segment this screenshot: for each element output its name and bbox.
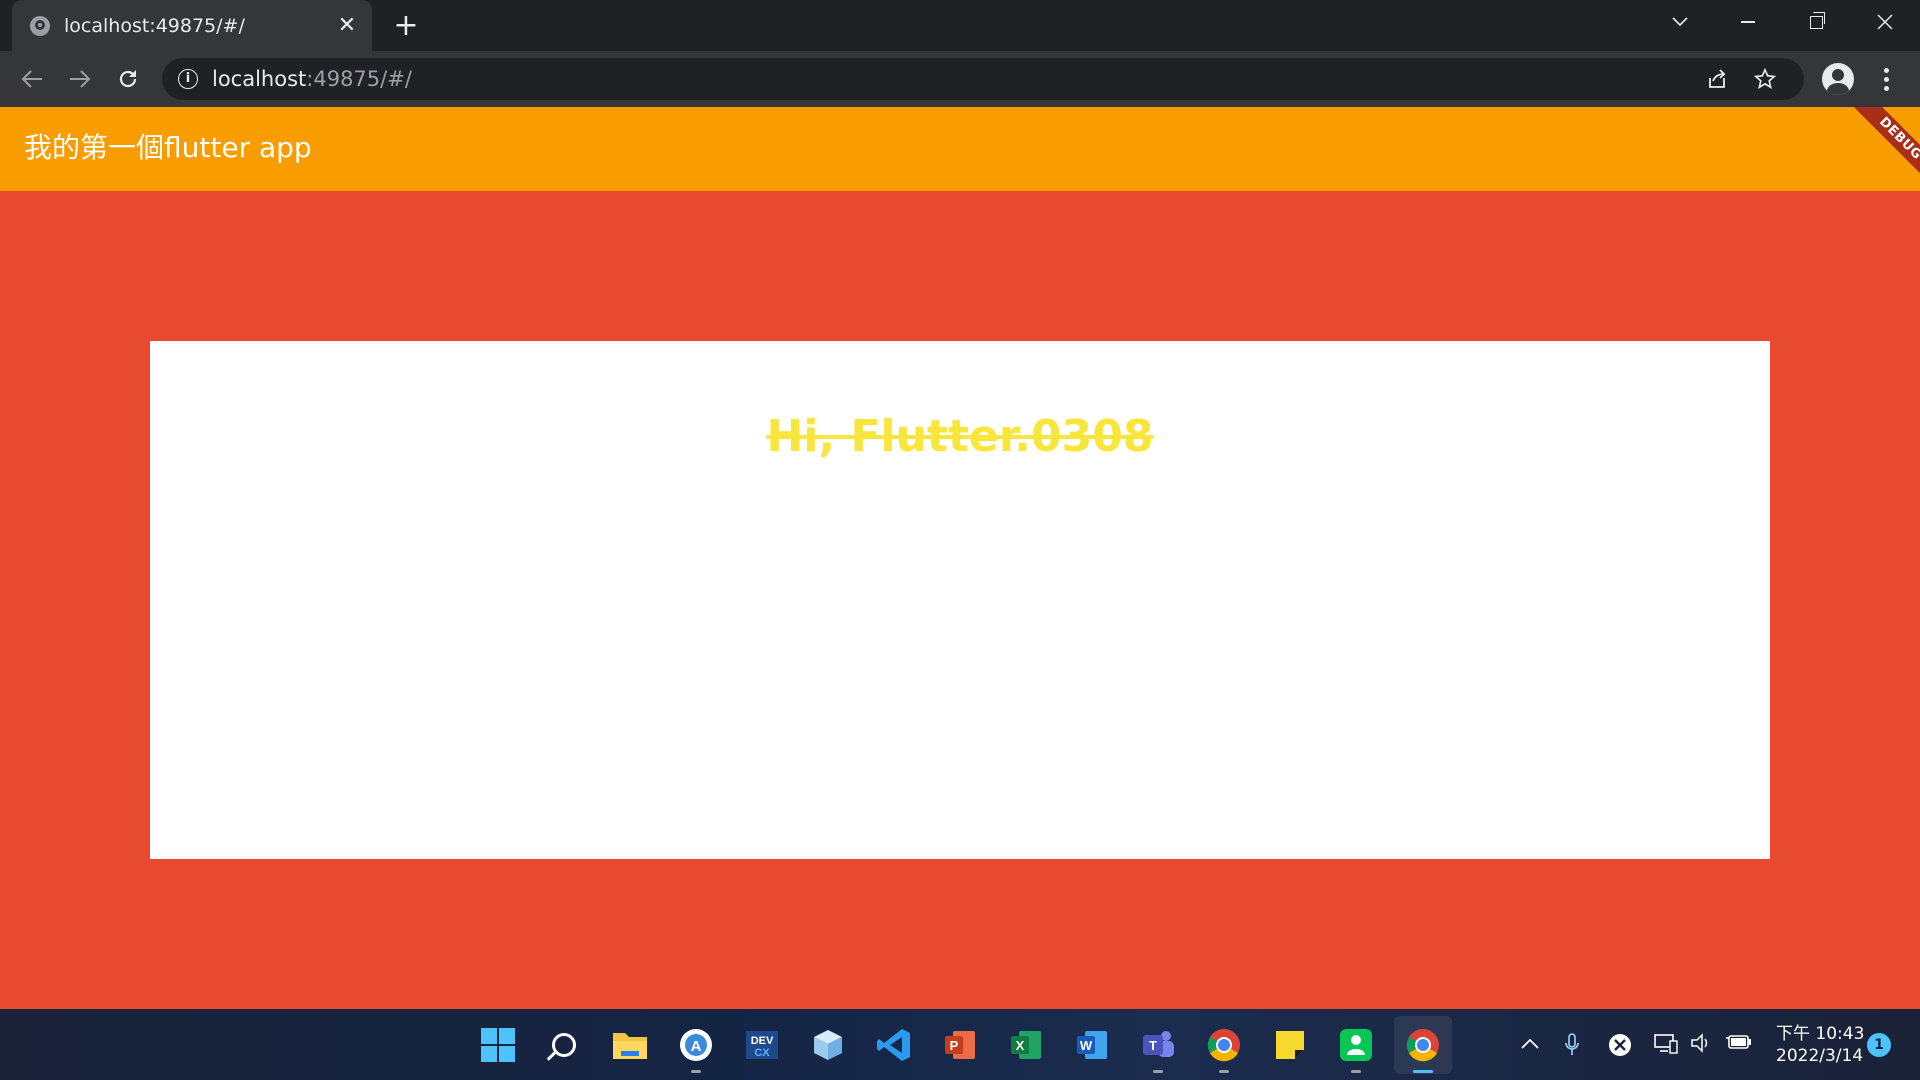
chrome-active-button[interactable] — [1401, 1023, 1445, 1073]
svg-text:CX: CX — [754, 1047, 770, 1059]
show-hidden-icons-button[interactable] — [1517, 1033, 1543, 1054]
excel-button[interactable]: X — [1004, 1023, 1048, 1067]
volume-button[interactable] — [1688, 1033, 1714, 1058]
svg-text:DEV: DEV — [751, 1035, 774, 1047]
close-icon — [1877, 14, 1893, 30]
site-info-icon[interactable]: i — [178, 69, 198, 89]
speaker-icon — [1691, 1033, 1708, 1053]
powerpoint-icon: P — [945, 1031, 975, 1059]
contacts-button[interactable] — [1334, 1023, 1378, 1073]
vscode-button[interactable] — [872, 1023, 916, 1067]
android-studio-button[interactable]: A — [674, 1023, 718, 1073]
devexpress-button[interactable]: DEV CX — [740, 1023, 784, 1067]
windows-logo-icon — [481, 1028, 515, 1062]
minimize-icon — [1741, 21, 1755, 23]
svg-text:T: T — [1149, 1038, 1157, 1053]
greeting-text: Hi, Flutter.0308 — [766, 411, 1154, 462]
clock-date: 2022/3/14 — [1776, 1046, 1864, 1066]
close-window-button[interactable] — [1857, 0, 1913, 44]
content-card: Hi, Flutter.0308 — [150, 341, 1770, 859]
tray-app-button[interactable] — [1607, 1033, 1633, 1062]
search-button[interactable] — [542, 1023, 586, 1067]
excel-icon: X — [1011, 1031, 1041, 1059]
chrome-icon — [1207, 1029, 1240, 1062]
chrome-button[interactable] — [1202, 1023, 1246, 1073]
share-icon[interactable] — [1702, 64, 1732, 94]
microphone-icon — [1565, 1033, 1579, 1055]
url-text[interactable]: localhost:49875/#/ — [212, 67, 412, 91]
close-tab-button[interactable]: ✕ — [336, 14, 358, 37]
sticky-notes-button[interactable] — [1268, 1023, 1312, 1067]
arrow-left-icon — [21, 70, 42, 88]
powerpoint-button[interactable]: P — [938, 1023, 982, 1067]
app-bar: 我的第一個flutter app DEBUG — [0, 107, 1920, 191]
battery-icon — [1726, 1035, 1751, 1049]
app-bar-title: 我的第一個flutter app — [24, 131, 312, 164]
restore-icon — [1809, 11, 1825, 29]
microphone-button[interactable] — [1559, 1033, 1585, 1062]
clock[interactable]: 下午 10:43 2022/3/14 — [1776, 1023, 1865, 1067]
word-icon: W — [1077, 1031, 1107, 1059]
teams-icon: T — [1143, 1031, 1174, 1057]
arrow-right-icon — [70, 70, 91, 88]
word-button[interactable]: W — [1070, 1023, 1114, 1067]
contact-icon — [1340, 1029, 1372, 1061]
running-indicator — [1153, 1070, 1163, 1073]
forward-button[interactable] — [62, 61, 98, 97]
dev-icon: DEVCX — [746, 1031, 778, 1059]
profile-avatar-icon[interactable] — [1822, 63, 1854, 95]
windows-taskbar: A DEV CX P X W T 下午 10:43 2022/3/14 1 — [0, 1009, 1920, 1080]
new-tab-button[interactable]: + — [390, 10, 422, 42]
running-indicator — [1219, 1070, 1229, 1073]
box-icon — [814, 1030, 842, 1060]
back-button[interactable] — [14, 61, 50, 97]
tab-search-button[interactable] — [1652, 0, 1708, 44]
start-button[interactable] — [476, 1023, 520, 1067]
running-indicator — [691, 1070, 701, 1073]
android-studio-icon: A — [680, 1029, 712, 1061]
globe-icon — [30, 15, 50, 36]
battery-button[interactable] — [1726, 1033, 1752, 1056]
active-indicator — [1413, 1070, 1433, 1073]
running-indicator — [1351, 1070, 1361, 1073]
chevron-down-icon — [1672, 17, 1688, 27]
browser-tab[interactable]: localhost:49875/#/ ✕ — [12, 0, 372, 51]
debug-banner: DEBUG — [1836, 107, 1920, 191]
minimize-button[interactable] — [1720, 0, 1776, 44]
browser-titlebar: localhost:49875/#/ ✕ + — [0, 0, 1920, 51]
more-menu-icon[interactable] — [1874, 61, 1898, 97]
svg-text:A: A — [691, 1038, 702, 1055]
browser-toolbar: i localhost:49875/#/ — [0, 51, 1920, 107]
teams-button[interactable]: T — [1136, 1023, 1180, 1073]
clock-time: 下午 10:43 — [1776, 1024, 1865, 1044]
app-body: Hi, Flutter.0308 — [0, 191, 1920, 1009]
network-button[interactable] — [1653, 1033, 1679, 1060]
sticky-notes-icon — [1276, 1031, 1304, 1059]
svg-text:P: P — [950, 1038, 959, 1053]
folder-icon — [613, 1033, 647, 1059]
reload-icon — [119, 70, 137, 88]
svg-text:W: W — [1080, 1038, 1093, 1053]
notification-badge[interactable]: 1 — [1867, 1033, 1891, 1057]
bookmark-star-icon[interactable] — [1750, 64, 1780, 94]
tab-title: localhost:49875/#/ — [64, 14, 245, 37]
vscode-icon — [877, 1029, 910, 1061]
restore-button[interactable] — [1788, 0, 1844, 44]
file-explorer-button[interactable] — [608, 1023, 652, 1067]
chrome-icon — [1406, 1029, 1439, 1062]
reload-button[interactable] — [110, 61, 146, 97]
search-icon — [552, 1033, 576, 1057]
chevron-up-icon — [1521, 1038, 1539, 1049]
address-bar[interactable]: i localhost:49875/#/ — [162, 58, 1804, 100]
svg-text:X: X — [1016, 1038, 1025, 1053]
3d-viewer-button[interactable] — [806, 1023, 850, 1067]
network-icon — [1654, 1034, 1678, 1054]
close-circle-icon — [1609, 1034, 1631, 1056]
